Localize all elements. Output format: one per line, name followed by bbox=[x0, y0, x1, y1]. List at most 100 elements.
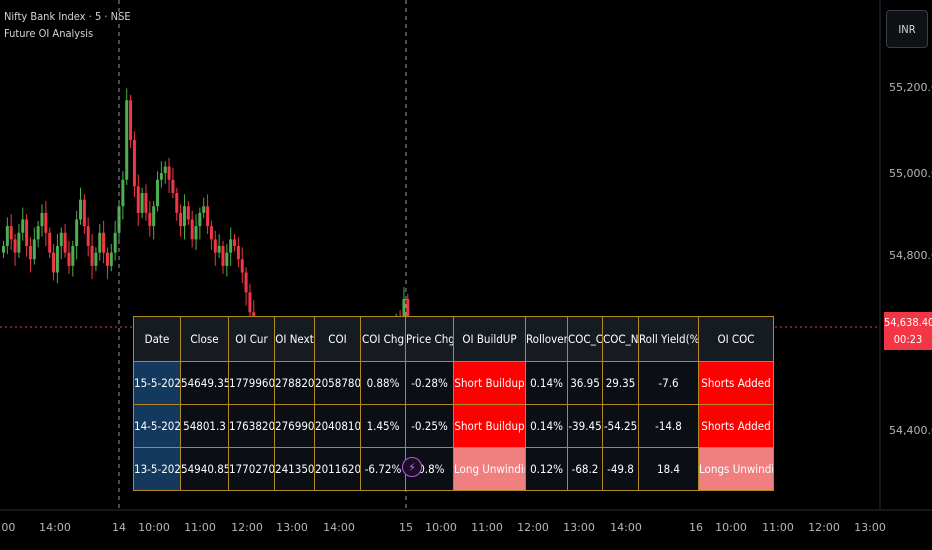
table-cell: 1770270 bbox=[228, 447, 275, 491]
candle-body bbox=[140, 193, 144, 213]
price-tick-label: 54,800.00 bbox=[889, 249, 932, 262]
candle-body bbox=[233, 239, 237, 246]
column-header: Close bbox=[180, 316, 229, 362]
table-cell: -39.45 bbox=[567, 404, 603, 448]
candle-body bbox=[206, 206, 210, 227]
table-cell: Shorts Added bbox=[698, 404, 774, 448]
candle-body bbox=[182, 206, 186, 227]
candle-body bbox=[136, 186, 140, 213]
bar-countdown: 00:23 bbox=[893, 333, 923, 346]
candle-body bbox=[102, 232, 106, 253]
price-tick-label: 55,000.00 bbox=[889, 167, 932, 180]
price-axis: 55,200.00 55,000.00 54,800.00 54,400.00 bbox=[889, 81, 932, 437]
column-header: Rollover bbox=[525, 316, 568, 362]
candle-body bbox=[13, 239, 17, 253]
candle-body bbox=[109, 252, 113, 266]
table-cell: 241350 bbox=[274, 447, 315, 491]
candle-body bbox=[98, 232, 102, 253]
table-cell: -0.28% bbox=[405, 361, 454, 405]
candle-body bbox=[163, 166, 167, 174]
time-tick-label: 12:00 bbox=[517, 521, 549, 534]
symbol-title[interactable]: Nifty Bank Index · 5 · NSE bbox=[4, 10, 131, 23]
table-cell: 54801.3 bbox=[180, 404, 229, 448]
candle-body bbox=[186, 206, 190, 220]
time-axis: 0:00 14:00 14 10:00 11:00 12:00 13:00 14:00 15 10… bbox=[0, 521, 886, 534]
table-cell: 2011620 bbox=[314, 447, 361, 491]
candle-body bbox=[229, 239, 233, 253]
candle-body bbox=[17, 232, 21, 253]
time-tick-label: 10:00 bbox=[138, 521, 170, 534]
candle-body bbox=[55, 246, 59, 273]
candle-body bbox=[48, 232, 52, 253]
candle-body bbox=[121, 179, 125, 207]
table-cell: Short Buildup bbox=[453, 404, 526, 448]
table-cell: Long Unwinding bbox=[453, 447, 526, 491]
candle-body bbox=[21, 219, 25, 233]
candle-body bbox=[105, 252, 109, 266]
candle-body bbox=[44, 212, 48, 233]
time-tick-label: 14:00 bbox=[610, 521, 642, 534]
last-price-badge: 54,638.40 00:23 bbox=[884, 312, 932, 350]
candle-body bbox=[129, 100, 133, 140]
date-cell: 13-5-2025 bbox=[133, 447, 181, 491]
candle-body bbox=[90, 246, 94, 266]
column-header: COC_C bbox=[567, 316, 603, 362]
table-row: 13-5-202554940.8517702702413502011620-6.… bbox=[133, 447, 774, 491]
candle-body bbox=[236, 246, 240, 260]
candle-body bbox=[217, 246, 221, 253]
table-header-row: Date Close OI Cur OI Next COI COI Chg Price Ch… bbox=[133, 316, 774, 362]
table-cell: Shorts Added bbox=[698, 361, 774, 405]
column-header: OI Next bbox=[274, 316, 315, 362]
candle-body bbox=[225, 252, 229, 266]
candle-body bbox=[209, 226, 213, 240]
time-tick-label: 14:00 bbox=[39, 521, 71, 534]
time-tick-label: 16 bbox=[689, 521, 703, 534]
candle-body bbox=[167, 166, 171, 180]
table-cell: 2058780 bbox=[314, 361, 361, 405]
column-header: OI COC bbox=[698, 316, 774, 362]
table-cell: 276990 bbox=[274, 404, 315, 448]
candle-body bbox=[86, 226, 90, 246]
candle-body bbox=[36, 226, 40, 240]
candle-body bbox=[82, 199, 86, 227]
candle-body bbox=[5, 226, 9, 246]
candle-body bbox=[152, 206, 156, 227]
table-cell: 1779960 bbox=[228, 361, 275, 405]
currency-button[interactable]: INR bbox=[886, 10, 928, 48]
column-header: Date bbox=[133, 316, 181, 362]
candle-body bbox=[32, 239, 36, 260]
candle-body bbox=[171, 179, 175, 193]
candle-body bbox=[9, 226, 13, 240]
candle-body bbox=[79, 199, 83, 220]
time-tick-label: 12:00 bbox=[808, 521, 840, 534]
price-tick-label: 54,400.00 bbox=[889, 424, 932, 437]
time-tick-label: 14:00 bbox=[323, 521, 355, 534]
table-cell: 1.45% bbox=[360, 404, 406, 448]
column-header: Roll Yield(%) bbox=[638, 316, 699, 362]
table-cell: -6.72% bbox=[360, 447, 406, 491]
indicator-title[interactable]: Future OI Analysis bbox=[4, 27, 93, 40]
time-tick-label: 0:00 bbox=[0, 521, 15, 534]
table-cell: 0.12% bbox=[525, 447, 568, 491]
time-tick-label: 13:00 bbox=[854, 521, 886, 534]
table-cell: -49.8 bbox=[602, 447, 639, 491]
candle-body bbox=[2, 246, 5, 253]
table-cell: 1763820 bbox=[228, 404, 275, 448]
table-row: 14-5-202554801.3176382027699020408101.45… bbox=[133, 404, 774, 448]
candle-body bbox=[156, 179, 160, 207]
time-tick-label: 13:00 bbox=[276, 521, 308, 534]
table-cell: Short Buildup bbox=[453, 361, 526, 405]
column-header: COI Chg bbox=[360, 316, 406, 362]
candle-body bbox=[125, 100, 129, 180]
table-cell: -14.8 bbox=[638, 404, 699, 448]
candle-body bbox=[248, 292, 252, 313]
table-cell: -0.25% bbox=[405, 404, 454, 448]
candle-body bbox=[132, 140, 136, 187]
last-price-value: 54,638.40 bbox=[884, 316, 932, 329]
column-header: COI bbox=[314, 316, 361, 362]
candle-body bbox=[194, 226, 198, 240]
table-cell: 29.35 bbox=[602, 361, 639, 405]
bolt-icon[interactable]: ⚡ bbox=[402, 457, 422, 477]
time-tick-label: 12:00 bbox=[231, 521, 263, 534]
table-cell: 2040810 bbox=[314, 404, 361, 448]
